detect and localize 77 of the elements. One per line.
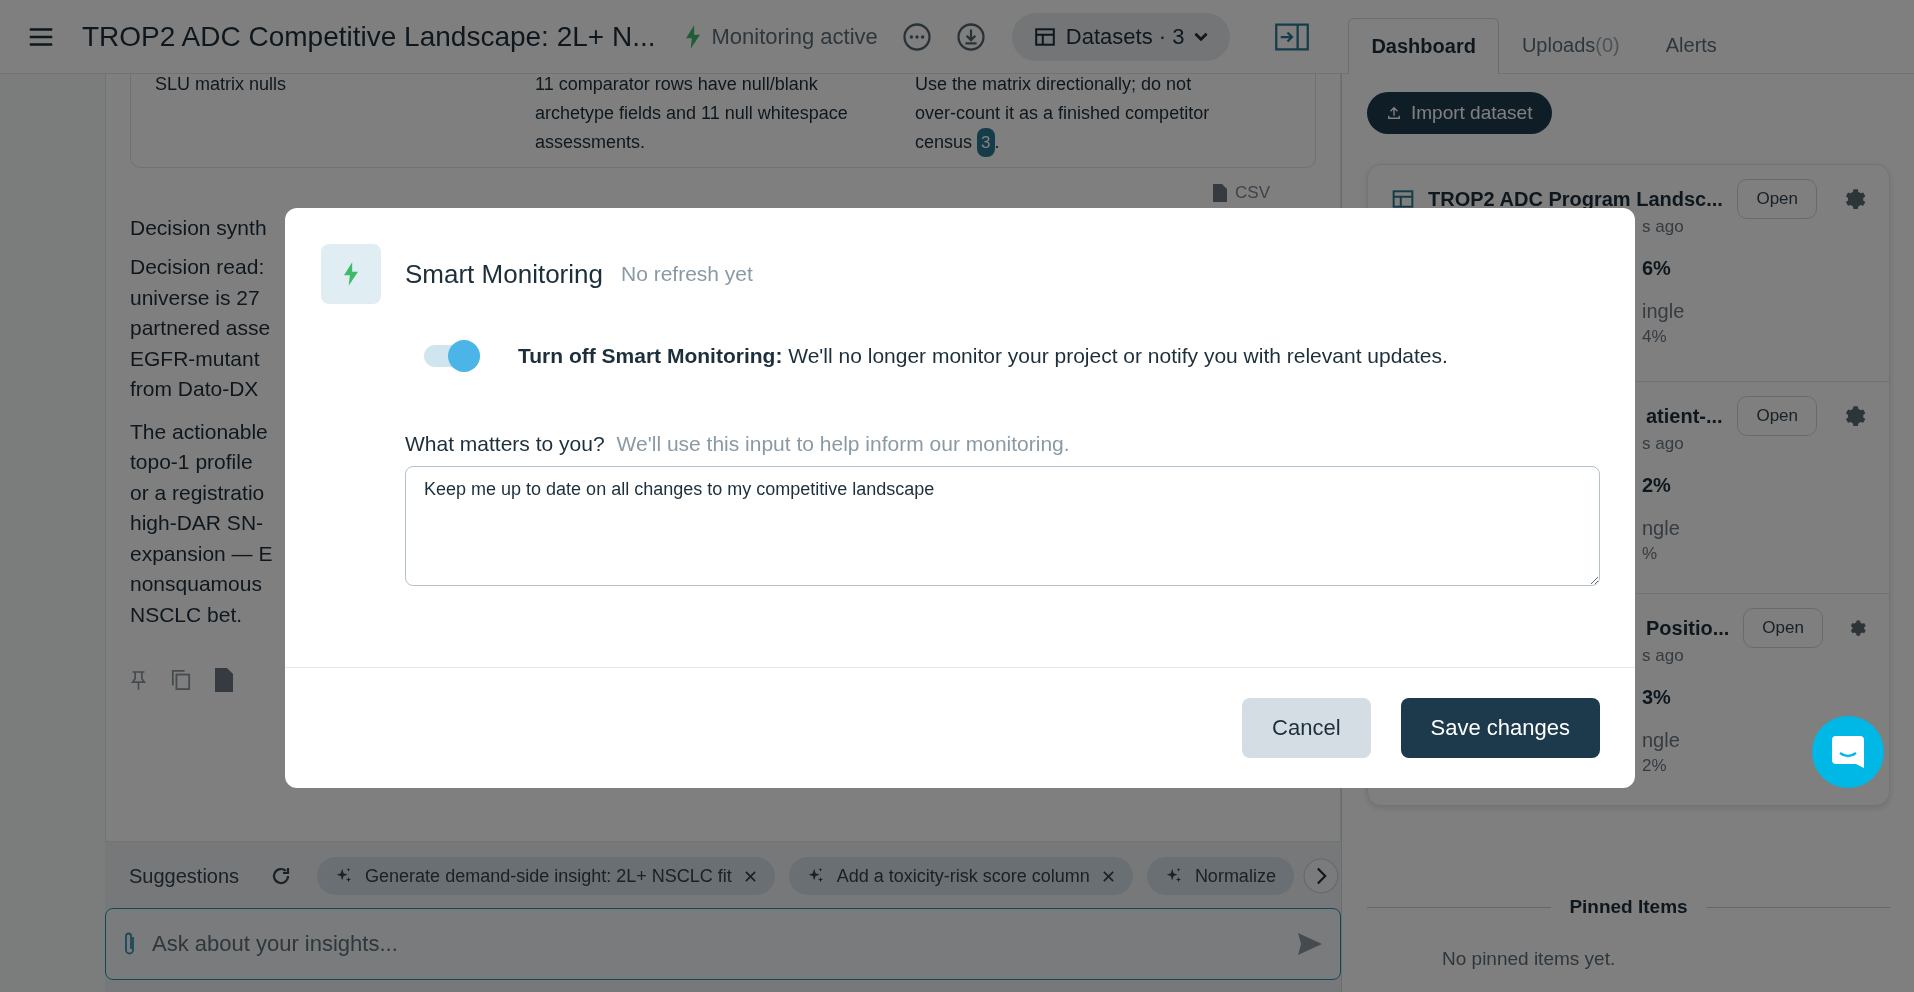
dataset-stat-detail: % [1642, 544, 1658, 564]
dataset-stat-label: ngle [1642, 517, 1680, 540]
pin-icon[interactable] [130, 669, 147, 691]
dataset-timestamp: s ago [1642, 434, 1684, 454]
file-icon [1213, 184, 1228, 202]
paragraph-line: EGFR-mutant [130, 345, 260, 372]
paragraph-line: from Dato-DX [130, 376, 259, 402]
import-dataset-button[interactable]: Import dataset [1367, 92, 1553, 134]
panel-toggle-icon[interactable] [1274, 21, 1311, 52]
toggle-description: Turn off Smart Monitoring: We'll no longer monitor your project or notify you with relevant updates. [518, 344, 1448, 368]
suggestions-label: Suggestions [129, 864, 240, 888]
suggestion-chip[interactable]: Add a toxicity-risk score column [788, 857, 1133, 895]
more-icon[interactable] [901, 21, 932, 52]
monitoring-status[interactable]: Monitoring active [711, 23, 878, 50]
suggestion-chip[interactable]: Generate demand-side insight: 2L+ NSCLC fit [317, 857, 775, 895]
dataset-stat: 3% [1642, 686, 1671, 709]
copy-icon[interactable] [171, 669, 191, 691]
dataset-stat: 2% [1642, 474, 1671, 497]
paragraph-line: or a registratio [130, 479, 265, 506]
paragraph-line: expansion — E [130, 540, 273, 567]
send-icon[interactable] [1297, 932, 1323, 956]
tab[interactable]: Alerts [1642, 17, 1740, 73]
dataset-title[interactable]: TROP2 ADC Program Landsc... [1428, 187, 1723, 211]
sparkle-icon [806, 867, 825, 885]
chevron-down-icon [1194, 32, 1209, 41]
dataset-stat-label: ngle [1642, 729, 1680, 752]
paragraph-line: NSCLC bet. [130, 601, 243, 628]
attachment-icon[interactable] [123, 931, 137, 957]
field-label: What matters to you? [405, 432, 605, 456]
chat-input[interactable]: Ask about your insights... [105, 908, 1341, 980]
open-button[interactable]: Open [1737, 396, 1817, 436]
sparkle-icon [1164, 867, 1183, 885]
download-icon[interactable] [955, 21, 986, 52]
tab[interactable]: Dashboard [1348, 18, 1499, 74]
empty-state-text: No pinned items yet. [1442, 948, 1616, 969]
paragraph-line: topo-1 profile [130, 449, 253, 475]
sparkle-icon [335, 867, 354, 885]
upload-icon [1387, 106, 1401, 120]
datasets-button[interactable]: Datasets · 3 [1011, 12, 1231, 61]
paragraph-line: The actionable [130, 418, 268, 445]
text-area[interactable]: Keep me up to date on all changes to my competitive landscape [405, 466, 1600, 586]
suggestion-chip[interactable]: Normalize [1146, 857, 1294, 895]
close-icon[interactable] [743, 869, 757, 883]
table-icon [1392, 188, 1414, 210]
refresh-status: No refresh yet [620, 262, 753, 286]
table-cell-text: 11 comparator rows have null/blank archetype fields and 11 null whitespace assessments. [534, 74, 849, 154]
project-title: TROP2 ADC Competitive Landscape: 2L+ N... [82, 20, 656, 53]
section-heading: Decision synth [130, 216, 268, 240]
dataset-title[interactable]: atient-... [1646, 404, 1723, 428]
paragraph-line: high-DAR SN- [130, 510, 264, 536]
dataset-stat-label: ingle [1642, 300, 1685, 323]
csv-download-link[interactable]: CSV [1207, 182, 1276, 204]
paragraph-line: Decision read: [130, 254, 265, 280]
dataset-timestamp: s ago [1642, 217, 1684, 237]
dataset-stat-detail: 2% [1642, 756, 1667, 776]
open-button[interactable]: Open [1737, 179, 1817, 219]
table-icon [1033, 25, 1056, 48]
lightning-icon [321, 244, 381, 304]
dataset-title[interactable]: Positio... [1646, 616, 1730, 640]
citation-badge[interactable]: 3 [977, 128, 995, 157]
table-cell-text: SLU matrix nulls [154, 74, 288, 96]
paragraph-line: universe is 27 [130, 284, 260, 311]
dialog-title: Smart Monitoring [405, 258, 603, 290]
scroll-right-button[interactable] [1303, 858, 1339, 894]
toggle-switch[interactable] [422, 340, 482, 372]
dataset-timestamp: s ago [1642, 646, 1684, 666]
paragraph-line: partnered asse [130, 315, 271, 341]
table-cell: Use the matrix directionally; do not over-count it as a finished competitor census 3 . [891, 74, 1315, 157]
close-icon[interactable] [1101, 869, 1115, 883]
paragraph-line: nonsquamous [130, 571, 262, 597]
open-button[interactable]: Open [1743, 608, 1823, 648]
save-button[interactable]: Save changes [1400, 698, 1600, 758]
dataset-stat-detail: 4% [1642, 327, 1667, 347]
dataset-stat: 6% [1642, 257, 1671, 280]
pinned-items-heading: Pinned Items [1569, 896, 1688, 918]
field-hint: We'll use this input to help inform our monitoring. [616, 432, 1070, 456]
cancel-button[interactable]: Cancel [1242, 698, 1371, 758]
